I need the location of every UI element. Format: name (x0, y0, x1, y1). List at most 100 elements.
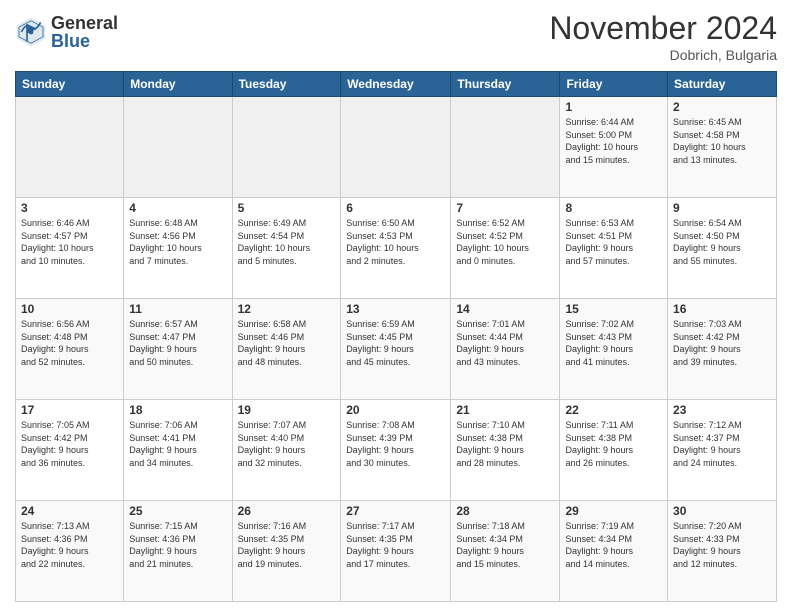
day-number: 11 (129, 302, 226, 316)
day-number: 28 (456, 504, 554, 518)
table-cell: 29 Sunrise: 7:19 AM Sunset: 4:34 PM Dayli… (560, 501, 668, 602)
table-cell (451, 97, 560, 198)
day-number: 29 (565, 504, 662, 518)
day-number: 7 (456, 201, 554, 215)
day-info: Sunrise: 6:45 AM Sunset: 4:58 PM Dayligh… (673, 116, 771, 166)
day-number: 17 (21, 403, 118, 417)
header-thursday: Thursday (451, 72, 560, 97)
day-info: Sunrise: 7:10 AM Sunset: 4:38 PM Dayligh… (456, 419, 554, 469)
day-number: 19 (238, 403, 336, 417)
week-row-4: 24Sunrise: 7:13 AM Sunset: 4:36 PM Dayli… (16, 501, 777, 602)
table-cell: 27 Sunrise: 7:17 AM Sunset: 4:35 PM Dayli… (341, 501, 451, 602)
table-cell: 19 Sunrise: 7:07 AM Sunset: 4:40 PM Dayli… (232, 400, 341, 501)
title-section: November 2024 Dobrich, Bulgaria (549, 10, 777, 63)
table-cell: 9Sunrise: 6:54 AM Sunset: 4:50 PM Daylig… (668, 198, 777, 299)
day-number: 4 (129, 201, 226, 215)
header: General Blue November 2024 Dobrich, Bulg… (15, 10, 777, 63)
day-info: Sunrise: 7:17 AM Sunset: 4:35 PM Dayligh… (346, 520, 445, 570)
table-cell: 18Sunrise: 7:06 AM Sunset: 4:41 PM Dayli… (124, 400, 232, 501)
week-row-3: 17Sunrise: 7:05 AM Sunset: 4:42 PM Dayli… (16, 400, 777, 501)
table-cell: 21 Sunrise: 7:10 AM Sunset: 4:38 PM Dayli… (451, 400, 560, 501)
day-info: Sunrise: 7:12 AM Sunset: 4:37 PM Dayligh… (673, 419, 771, 469)
day-info: Sunrise: 7:03 AM Sunset: 4:42 PM Dayligh… (673, 318, 771, 368)
table-cell: 4 Sunrise: 6:48 AM Sunset: 4:56 PM Daylig… (124, 198, 232, 299)
day-info: Sunrise: 6:57 AM Sunset: 4:47 PM Dayligh… (129, 318, 226, 368)
day-number: 25 (129, 504, 226, 518)
calendar-table: Sunday Monday Tuesday Wednesday Thursday… (15, 71, 777, 602)
day-info: Sunrise: 6:44 AM Sunset: 5:00 PM Dayligh… (565, 116, 662, 166)
day-number: 6 (346, 201, 445, 215)
day-number: 3 (21, 201, 118, 215)
table-cell (232, 97, 341, 198)
day-number: 10 (21, 302, 118, 316)
table-cell: 23 Sunrise: 7:12 AM Sunset: 4:37 PM Dayli… (668, 400, 777, 501)
day-info: Sunrise: 6:48 AM Sunset: 4:56 PM Dayligh… (129, 217, 226, 267)
table-cell: 1 Sunrise: 6:44 AM Sunset: 5:00 PM Daylig… (560, 97, 668, 198)
header-friday: Friday (560, 72, 668, 97)
table-cell (341, 97, 451, 198)
day-info: Sunrise: 7:01 AM Sunset: 4:44 PM Dayligh… (456, 318, 554, 368)
logo-icon (15, 16, 47, 48)
table-cell: 20 Sunrise: 7:08 AM Sunset: 4:39 PM Dayli… (341, 400, 451, 501)
day-info: Sunrise: 6:54 AM Sunset: 4:50 PM Dayligh… (673, 217, 771, 267)
day-number: 24 (21, 504, 118, 518)
day-number: 12 (238, 302, 336, 316)
day-info: Sunrise: 7:16 AM Sunset: 4:35 PM Dayligh… (238, 520, 336, 570)
day-info: Sunrise: 6:49 AM Sunset: 4:54 PM Dayligh… (238, 217, 336, 267)
day-number: 21 (456, 403, 554, 417)
day-number: 1 (565, 100, 662, 114)
day-number: 22 (565, 403, 662, 417)
table-cell: 30 Sunrise: 7:20 AM Sunset: 4:33 PM Dayli… (668, 501, 777, 602)
day-info: Sunrise: 6:58 AM Sunset: 4:46 PM Dayligh… (238, 318, 336, 368)
day-info: Sunrise: 6:46 AM Sunset: 4:57 PM Dayligh… (21, 217, 118, 267)
logo-general-text: General (51, 14, 118, 32)
day-info: Sunrise: 6:56 AM Sunset: 4:48 PM Dayligh… (21, 318, 118, 368)
day-number: 30 (673, 504, 771, 518)
weekday-header-row: Sunday Monday Tuesday Wednesday Thursday… (16, 72, 777, 97)
table-cell: 24Sunrise: 7:13 AM Sunset: 4:36 PM Dayli… (16, 501, 124, 602)
table-cell: 14 Sunrise: 7:01 AM Sunset: 4:44 PM Dayli… (451, 299, 560, 400)
week-row-2: 10 Sunrise: 6:56 AM Sunset: 4:48 PM Dayli… (16, 299, 777, 400)
day-info: Sunrise: 7:19 AM Sunset: 4:34 PM Dayligh… (565, 520, 662, 570)
day-number: 23 (673, 403, 771, 417)
day-number: 2 (673, 100, 771, 114)
header-monday: Monday (124, 72, 232, 97)
logo-text: General Blue (51, 14, 118, 50)
day-info: Sunrise: 6:50 AM Sunset: 4:53 PM Dayligh… (346, 217, 445, 267)
day-number: 16 (673, 302, 771, 316)
week-row-0: 1 Sunrise: 6:44 AM Sunset: 5:00 PM Daylig… (16, 97, 777, 198)
table-cell (16, 97, 124, 198)
day-info: Sunrise: 7:15 AM Sunset: 4:36 PM Dayligh… (129, 520, 226, 570)
day-info: Sunrise: 7:20 AM Sunset: 4:33 PM Dayligh… (673, 520, 771, 570)
table-cell: 28Sunrise: 7:18 AM Sunset: 4:34 PM Dayli… (451, 501, 560, 602)
table-cell: 2 Sunrise: 6:45 AM Sunset: 4:58 PM Daylig… (668, 97, 777, 198)
header-wednesday: Wednesday (341, 72, 451, 97)
table-cell: 3 Sunrise: 6:46 AM Sunset: 4:57 PM Daylig… (16, 198, 124, 299)
table-cell: 22Sunrise: 7:11 AM Sunset: 4:38 PM Dayli… (560, 400, 668, 501)
day-info: Sunrise: 6:59 AM Sunset: 4:45 PM Dayligh… (346, 318, 445, 368)
logo: General Blue (15, 14, 118, 50)
table-cell: 6 Sunrise: 6:50 AM Sunset: 4:53 PM Daylig… (341, 198, 451, 299)
day-info: Sunrise: 6:52 AM Sunset: 4:52 PM Dayligh… (456, 217, 554, 267)
calendar-page: General Blue November 2024 Dobrich, Bulg… (0, 0, 792, 612)
table-cell: 10 Sunrise: 6:56 AM Sunset: 4:48 PM Dayli… (16, 299, 124, 400)
day-info: Sunrise: 6:53 AM Sunset: 4:51 PM Dayligh… (565, 217, 662, 267)
header-sunday: Sunday (16, 72, 124, 97)
table-cell: 12 Sunrise: 6:58 AM Sunset: 4:46 PM Dayli… (232, 299, 341, 400)
table-cell: 5Sunrise: 6:49 AM Sunset: 4:54 PM Daylig… (232, 198, 341, 299)
month-title: November 2024 (549, 10, 777, 47)
day-number: 14 (456, 302, 554, 316)
day-info: Sunrise: 7:02 AM Sunset: 4:43 PM Dayligh… (565, 318, 662, 368)
day-number: 27 (346, 504, 445, 518)
header-tuesday: Tuesday (232, 72, 341, 97)
day-info: Sunrise: 7:06 AM Sunset: 4:41 PM Dayligh… (129, 419, 226, 469)
header-saturday: Saturday (668, 72, 777, 97)
week-row-1: 3 Sunrise: 6:46 AM Sunset: 4:57 PM Daylig… (16, 198, 777, 299)
day-number: 26 (238, 504, 336, 518)
table-cell: 13Sunrise: 6:59 AM Sunset: 4:45 PM Dayli… (341, 299, 451, 400)
day-info: Sunrise: 7:08 AM Sunset: 4:39 PM Dayligh… (346, 419, 445, 469)
day-info: Sunrise: 7:07 AM Sunset: 4:40 PM Dayligh… (238, 419, 336, 469)
day-number: 20 (346, 403, 445, 417)
location: Dobrich, Bulgaria (549, 47, 777, 63)
day-number: 8 (565, 201, 662, 215)
